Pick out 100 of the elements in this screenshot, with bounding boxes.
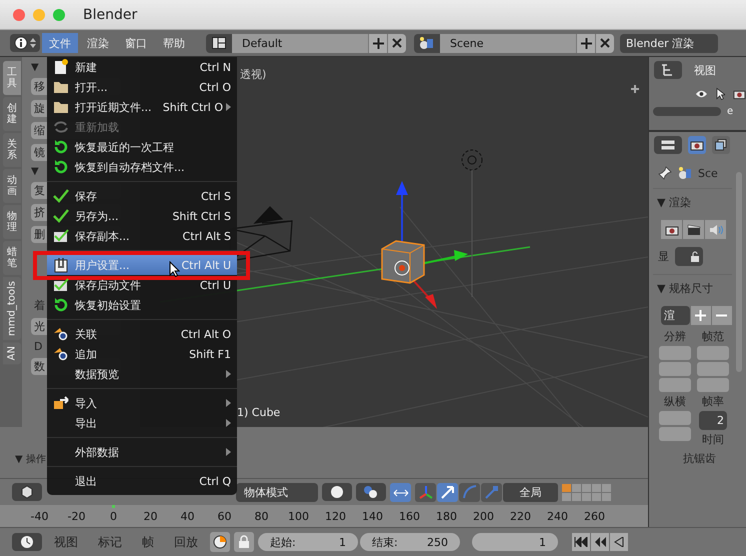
menu-item[interactable]: 保存启动文件 Ctrl U (47, 275, 237, 295)
scale-toggle[interactable] (481, 482, 502, 502)
pivot-icon (363, 485, 379, 499)
editor-type-dropdown[interactable] (12, 533, 42, 551)
menu-item[interactable]: 导入 (47, 393, 237, 413)
number-field[interactable] (659, 346, 691, 360)
display-dropdown[interactable] (675, 247, 703, 266)
menu-item[interactable]: 窗口 (118, 33, 154, 53)
preset-dropdown[interactable]: 渲 (661, 306, 690, 325)
frame-number: 0 (109, 510, 118, 522)
animation-button[interactable] (683, 220, 704, 239)
tool-tab[interactable]: 创建 (3, 97, 21, 131)
menu-item[interactable]: 新建 Ctrl N (47, 57, 237, 77)
menu-item[interactable]: 另存为... Shift Ctrl S (47, 206, 237, 226)
frame-number: -40 (30, 510, 50, 522)
pivot-dropdown[interactable] (356, 483, 386, 501)
remove-button[interactable] (387, 34, 406, 52)
remove-button[interactable] (712, 306, 732, 325)
add-button[interactable] (690, 306, 711, 325)
menu-item[interactable]: 追加 Shift F1 (47, 344, 237, 364)
frame-rate-dropdown[interactable]: 2 (699, 411, 727, 430)
menu-item[interactable]: 视图 (694, 62, 716, 78)
antialiasing-label: 抗锯齿 (682, 451, 717, 466)
shading-dropdown[interactable] (322, 483, 352, 501)
close-icon (392, 38, 402, 48)
editor-type-dropdown[interactable] (12, 483, 42, 501)
menu-item[interactable]: 打开近期文件... Shift Ctrl O (47, 97, 237, 117)
translate-toggle[interactable] (437, 482, 458, 502)
editor-type-dropdown[interactable] (654, 61, 682, 79)
end-frame-field[interactable]: 结束: 250 (360, 533, 460, 551)
menu-item[interactable]: 打开... Ctrl O (47, 77, 237, 97)
jump-start-button[interactable] (572, 533, 590, 551)
editor-type-dropdown[interactable] (654, 136, 682, 154)
mouse-pointer-icon (169, 261, 180, 277)
axis-toggle[interactable] (415, 482, 436, 502)
editor-type-dropdown[interactable] (10, 34, 40, 52)
menu-item[interactable]: 导出 (47, 413, 237, 433)
minus-icon (716, 314, 728, 317)
layout-name-field[interactable]: Default (232, 34, 368, 52)
menu-item[interactable]: 恢复初始设置 (47, 295, 237, 315)
menu-item[interactable]: 恢复到自动存档文件... (47, 157, 237, 177)
tool-tab[interactable]: 物理 (3, 205, 21, 239)
menu-item[interactable]: 帮助 (156, 33, 192, 53)
menu-item[interactable]: 渲染 (80, 33, 116, 53)
keying-button[interactable] (210, 532, 230, 552)
remove-button[interactable] (595, 34, 614, 52)
current-frame-field[interactable]: 1 (472, 533, 558, 551)
camera-icon (664, 224, 678, 236)
number-field[interactable] (697, 362, 729, 376)
close-icon (600, 38, 610, 48)
manipulator-toggle[interactable] (390, 482, 411, 502)
menu-item[interactable]: 保存副本... Ctrl Alt S (47, 226, 237, 246)
scene-name-field[interactable]: Scene (440, 34, 576, 52)
menu-item[interactable]: 恢复最近的一次工程 (47, 137, 237, 157)
orientation-dropdown[interactable]: 全局 (503, 482, 558, 502)
frame-number: 200 (472, 510, 495, 522)
number-field[interactable] (659, 378, 691, 392)
play-reverse-button[interactable] (610, 533, 628, 551)
menu-item[interactable]: 外部数据 (47, 442, 237, 462)
start-frame-field[interactable]: 起始: 1 (258, 533, 358, 551)
window-title: Blender (83, 6, 138, 22)
reload-icon (53, 120, 69, 134)
eye-icon[interactable] (695, 89, 708, 99)
menu-item[interactable]: 退出 Ctrl Q (47, 471, 237, 491)
tool-tab[interactable]: 关系 (3, 133, 21, 167)
menu-item[interactable]: 关联 Ctrl Alt O (47, 324, 237, 344)
tool-tab[interactable]: AN (3, 342, 21, 364)
plus-icon[interactable] (630, 84, 640, 94)
menu-item[interactable]: 保存 Ctrl S (47, 186, 237, 206)
menu-item[interactable]: 文件 (42, 33, 78, 53)
display-label: 显 (658, 249, 669, 264)
number-field[interactable] (697, 378, 729, 392)
tool-tab[interactable]: 蜡笔 (3, 241, 21, 275)
scrollbar-thumb[interactable] (653, 107, 721, 116)
menu-item[interactable]: 数据预览 (47, 364, 237, 384)
render-engine-dropdown[interactable]: Blender 渲染 (620, 34, 718, 52)
number-field[interactable] (697, 346, 729, 360)
submenu-arrow-icon (226, 103, 231, 111)
number-field[interactable] (659, 427, 691, 441)
rotate-toggle[interactable] (459, 482, 480, 502)
render-button[interactable] (661, 220, 682, 239)
layout-selector[interactable] (206, 34, 232, 52)
scene-selector[interactable] (414, 34, 440, 52)
render-layers-tab[interactable] (712, 136, 730, 154)
add-button[interactable] (368, 34, 387, 52)
current-frame-marker[interactable] (112, 505, 115, 508)
mode-dropdown[interactable]: 物体模式 (236, 482, 318, 502)
menu-item[interactable]: 标记 (90, 534, 130, 550)
cursor-icon[interactable] (716, 87, 726, 101)
number-field[interactable] (659, 411, 691, 425)
tool-tab[interactable]: 动画 (3, 169, 21, 203)
search-text[interactable]: e (727, 106, 734, 117)
add-button[interactable] (576, 34, 595, 52)
number-field[interactable] (659, 362, 691, 376)
render-tab[interactable] (688, 136, 706, 154)
previous-keyframe-button[interactable] (591, 533, 609, 551)
tool-tab[interactable]: mmd_tools (3, 277, 21, 340)
timeline-ruler[interactable]: -40 -20 0 20 40 60 80 100 120 140 160 180 200 220 240 260 (0, 505, 648, 527)
camera-icon[interactable] (733, 88, 746, 100)
pin-icon[interactable] (658, 166, 672, 180)
